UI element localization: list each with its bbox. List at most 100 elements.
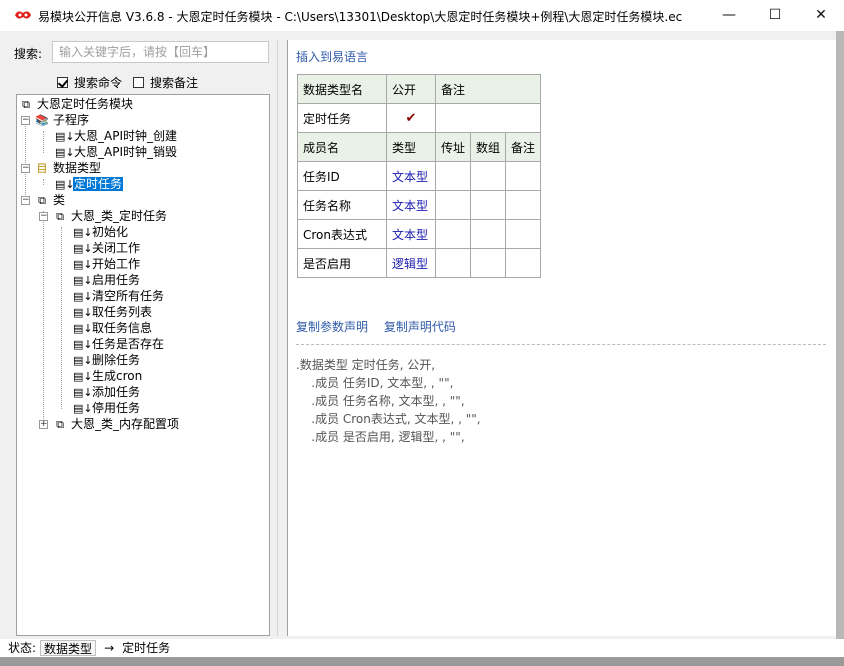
- table-header-row: 数据类型名 公开 备注: [297, 74, 541, 104]
- class-icon: ⧉: [56, 418, 64, 431]
- search-input[interactable]: [52, 41, 269, 63]
- method-icon: ▤↓: [55, 146, 75, 159]
- method-icon: ▤↓: [73, 306, 93, 319]
- tree-item-method[interactable]: ▤↓生成cron: [73, 368, 143, 384]
- maximize-button[interactable]: ☐: [752, 0, 798, 31]
- tree-item-method[interactable]: ▤↓启用任务: [73, 272, 141, 288]
- member-array: [470, 190, 506, 220]
- header-public: 公开: [386, 74, 436, 104]
- copy-param-declaration-link[interactable]: 复制参数声明: [296, 320, 368, 334]
- close-button[interactable]: ✕: [798, 0, 844, 31]
- status-bar: 状态: 数据类型 → 定时任务: [8, 640, 170, 656]
- member-note: [505, 219, 541, 249]
- status-value: 数据类型: [40, 640, 97, 656]
- module-icon: ⧉: [22, 98, 30, 111]
- header-member-note: 备注: [505, 132, 541, 162]
- tree-item-method[interactable]: ▤↓添加任务: [73, 384, 141, 400]
- collapse-icon[interactable]: −: [39, 212, 48, 221]
- tree-node-class[interactable]: + ⧉ 大恩_类_内存配置项: [39, 416, 180, 432]
- detail-panel: 插入到易语言 数据类型名 公开 备注 定时任务 ✔ 成员名 类型 传址 数组 备…: [287, 40, 836, 636]
- search-label: 搜索:: [14, 47, 43, 61]
- code-line: .成员 任务名称, 文本型, , "",: [296, 394, 465, 408]
- search-notes-checkbox[interactable]: 搜索备注: [133, 74, 198, 91]
- method-icon: ▤↓: [73, 226, 93, 239]
- tree-item-method[interactable]: ▤↓取任务信息: [73, 320, 153, 336]
- method-icon: ▤↓: [73, 370, 93, 383]
- expand-icon[interactable]: +: [39, 420, 48, 429]
- tree-line: [43, 179, 44, 185]
- tree-node-datatypes[interactable]: − 目数据类型: [21, 160, 102, 176]
- table-row: 任务名称 文本型: [297, 190, 541, 220]
- panel-splitter[interactable]: [274, 40, 284, 636]
- member-note: [505, 190, 541, 220]
- tree-line: [61, 227, 62, 409]
- class-group-icon: ⧉: [38, 194, 46, 207]
- divider: [296, 344, 826, 345]
- public-check-icon: ✔: [386, 103, 436, 133]
- collapse-icon[interactable]: −: [21, 164, 30, 173]
- arrow-icon: →: [104, 641, 115, 655]
- member-note: [505, 161, 541, 191]
- member-name: 是否启用: [297, 248, 387, 278]
- datatype-group-icon: 目: [36, 162, 48, 175]
- member-array: [470, 219, 506, 249]
- header-note: 备注: [435, 74, 541, 104]
- declaration-code: .数据类型 定时任务, 公开, .成员 任务ID, 文本型, , "", .成员…: [296, 356, 481, 446]
- checkbox-unchecked-icon: [133, 77, 144, 88]
- method-icon: ▤↓: [73, 338, 93, 351]
- method-icon: ▤↓: [73, 290, 93, 303]
- table-row: 定时任务 ✔: [297, 103, 541, 133]
- subprogram-group-icon: 📚: [35, 114, 49, 127]
- collapse-icon[interactable]: −: [21, 196, 30, 205]
- member-type: 文本型: [386, 161, 436, 191]
- table-row: 任务ID 文本型: [297, 161, 541, 191]
- tree-item-method[interactable]: ▤↓任务是否存在: [73, 336, 165, 352]
- class-icon: ⧉: [56, 210, 64, 223]
- search-commands-checkbox[interactable]: 搜索命令: [57, 74, 122, 91]
- insert-to-eyuyan-link[interactable]: 插入到易语言: [296, 48, 368, 65]
- tree-item-datatype-selected[interactable]: ▤↓定时任务: [55, 176, 124, 192]
- tree-item-method[interactable]: ▤↓停用任务: [73, 400, 141, 416]
- header-array: 数组: [470, 132, 506, 162]
- tree-item-method[interactable]: ▤↓初始化: [73, 224, 129, 240]
- tree-item-method[interactable]: ▤↓删除任务: [73, 352, 141, 368]
- tree-node-subprograms[interactable]: − 📚 子程序: [21, 112, 90, 128]
- app-logo-icon: [15, 11, 31, 19]
- tree-item-method[interactable]: ▤↓清空所有任务: [73, 288, 165, 304]
- module-tree[interactable]: ⧉ 大恩定时任务模块 − 📚 子程序 ▤↓大恩_API时钟_创建 ▤↓大恩_API时钟…: [16, 94, 270, 636]
- method-icon: ▤↓: [73, 258, 93, 271]
- tree-item-method[interactable]: ▤↓取任务列表: [73, 304, 153, 320]
- member-name: 任务名称: [297, 190, 387, 220]
- header-member-type: 类型: [386, 132, 436, 162]
- member-name: 任务ID: [297, 161, 387, 191]
- tree-item-subprogram[interactable]: ▤↓大恩_API时钟_销毁: [55, 144, 178, 160]
- tree-item-method[interactable]: ▤↓关闭工作: [73, 240, 141, 256]
- title-bar: 易模块公开信息 V3.6.8 - 大恩定时任务模块 - C:\Users\133…: [0, 0, 844, 32]
- method-icon: ▤↓: [55, 130, 75, 143]
- tree-node-classes[interactable]: − ⧉ 类: [21, 192, 66, 208]
- member-byref: [435, 248, 471, 278]
- tree-node-class[interactable]: − ⧉ 大恩_类_定时任务: [39, 208, 168, 224]
- collapse-icon[interactable]: −: [21, 116, 30, 125]
- background-strip-bottom: [0, 657, 844, 666]
- member-type: 逻辑型: [386, 248, 436, 278]
- method-icon: ▤↓: [73, 354, 93, 367]
- member-byref: [435, 219, 471, 249]
- header-typename: 数据类型名: [297, 74, 387, 104]
- member-byref: [435, 161, 471, 191]
- tree-root[interactable]: ⧉ 大恩定时任务模块: [18, 96, 134, 112]
- type-note-cell: [435, 103, 541, 133]
- datatype-icon: ▤↓: [55, 178, 75, 191]
- header-member-name: 成员名: [297, 132, 387, 162]
- minimize-button[interactable]: —: [706, 0, 752, 31]
- search-commands-label: 搜索命令: [74, 76, 123, 90]
- table-row: 是否启用 逻辑型: [297, 248, 541, 278]
- code-line: .成员 是否启用, 逻辑型, , "",: [296, 430, 465, 444]
- tree-item-subprogram[interactable]: ▤↓大恩_API时钟_创建: [55, 128, 178, 144]
- tree-item-method[interactable]: ▤↓开始工作: [73, 256, 141, 272]
- type-name-cell: 定时任务: [297, 103, 387, 133]
- window-title: 易模块公开信息 V3.6.8 - 大恩定时任务模块 - C:\Users\133…: [38, 10, 683, 24]
- status-target: 定时任务: [122, 641, 171, 655]
- method-icon: ▤↓: [73, 242, 93, 255]
- copy-declaration-code-link[interactable]: 复制声明代码: [384, 320, 456, 334]
